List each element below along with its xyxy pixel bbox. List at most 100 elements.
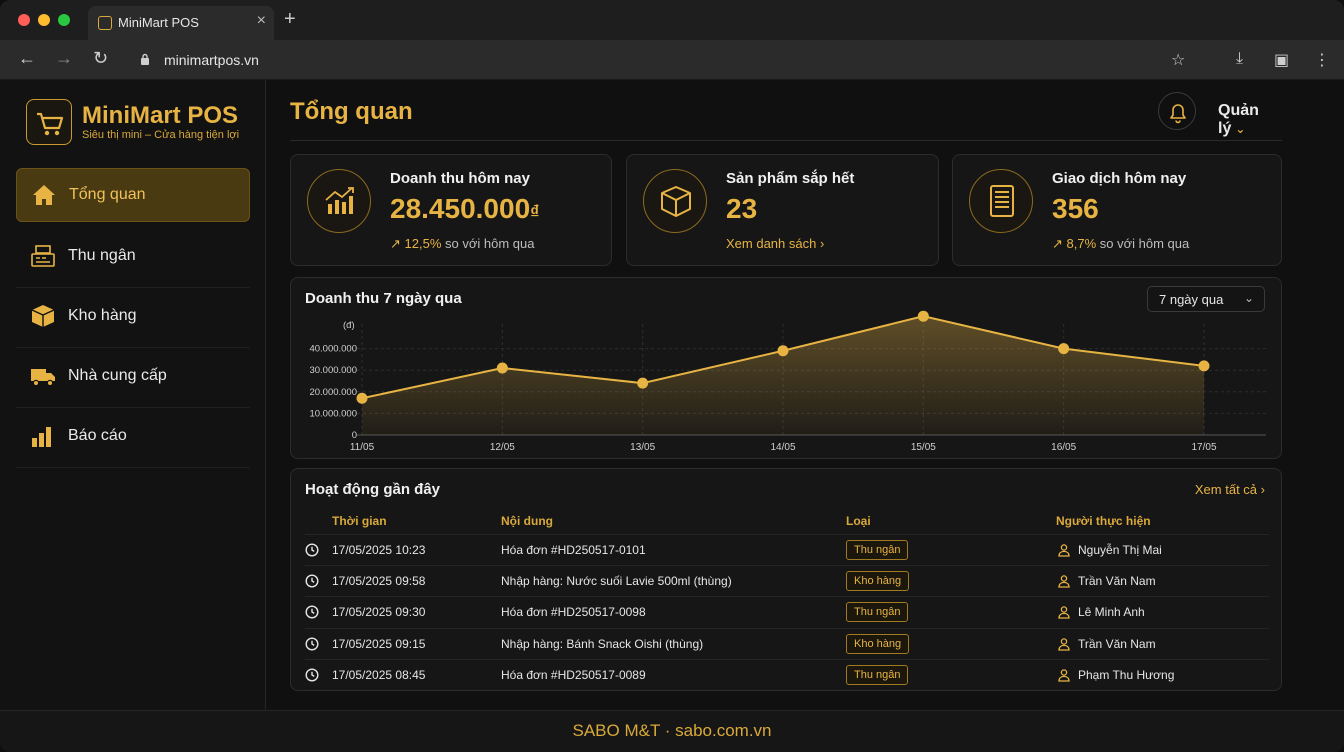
stat-value: 23 [726,193,758,224]
view-list-label: Xem danh sách [726,236,817,251]
row-content: Nhập hàng: Nước suối Lavie 500ml (thùng) [501,574,732,589]
favicon-icon [98,16,112,30]
brand-tagline: Siêu thị mini – Cửa hàng tiện lợi [82,129,240,141]
type-badge: Thu ngân [846,540,909,560]
chevron-down-icon: ⌄ [1235,122,1246,136]
row-content: Hóa đơn #HD250517-0098 [501,605,646,620]
footer: SABO M&T · sabo.com.vn [0,710,1344,752]
user-icon [1057,543,1071,557]
range-select[interactable]: 7 ngày qua ⌄ [1147,286,1265,312]
row-time: 17/05/2025 08:45 [332,667,426,682]
revenue-value: 28.450.000 [390,193,531,224]
close-tab-icon[interactable]: × [257,12,266,30]
trend-up-icon: ↗ [1052,236,1067,251]
y-tick-label: 20.000.000 [309,387,357,398]
activity-title: Hoạt động gần đây [305,481,440,498]
data-point [917,310,929,322]
reload-icon[interactable]: ↻ [93,48,108,69]
trend-up-icon: ↗ [390,236,405,251]
sidebar-item-thu-ngan[interactable]: Thu ngân [16,228,250,288]
row-user: Nguyễn Thị Mai [1078,543,1162,557]
table-row[interactable]: 17/05/2025 09:15 Nhập hàng: Bánh Snack Oi… [305,627,1269,659]
view-all-label: Xem tất cả [1194,482,1258,497]
table-row[interactable]: 17/05/2025 09:30 Hóa đơn #HD250517-0098 Th… [305,596,1269,627]
new-tab-icon[interactable]: + [284,8,296,31]
sidebar-item-tong-quan[interactable]: Tổng quan [16,168,250,222]
row-user: Lê Minh Anh [1078,605,1145,620]
x-tick-label: 12/05 [490,442,515,453]
notification-button[interactable] [1158,92,1196,130]
x-tick-label: 14/05 [770,442,795,453]
package-icon [643,169,707,233]
extensions-icon[interactable]: ▣ [1274,50,1289,70]
x-tick-label: 13/05 [630,442,655,453]
cash-register-icon [31,245,55,267]
user-menu[interactable]: Quản lý ⌄ [1218,102,1282,138]
sidebar-item-kho-hang[interactable]: Kho hàng [16,288,250,348]
stat-value: 28.450.000₫ [390,193,539,225]
home-icon [33,185,55,205]
user-icon [1057,574,1071,588]
sidebar-item-label: Nhà cung cấp [68,367,167,384]
sidebar: MiniMart POS Siêu thị mini – Cửa hàng ti… [0,80,266,710]
row-time: 17/05/2025 09:30 [332,605,426,620]
maximize-window-button[interactable] [58,14,70,26]
view-list-link[interactable]: Xem danh sách › [726,236,824,251]
row-user: Trần Văn Nam [1078,574,1156,589]
main-content: Tổng quan Quản lý ⌄ Doanh thu hôm nay 28.… [290,80,1282,710]
header-divider [290,140,1282,141]
close-window-button[interactable] [18,14,30,26]
data-point [777,345,789,357]
stat-card-revenue: Doanh thu hôm nay 28.450.000₫ ↗ 12,5% so… [290,154,612,266]
x-tick-label: 16/05 [1051,442,1076,453]
url-field[interactable]: minimartpos.vn [128,45,1208,75]
data-point [356,392,368,404]
row-content: Hóa đơn #HD250517-0089 [501,667,646,682]
type-badge: Kho hàng [846,633,910,654]
y-tick-label: 30.000.000 [309,365,357,376]
sidebar-item-label: Báo cáo [68,427,127,444]
y-tick-label: 0 [352,430,357,441]
brand-name: MiniMart POS [82,102,239,129]
row-user: Trần Văn Nam [1078,636,1156,651]
y-tick-label: 10.000.000 [309,408,357,419]
stat-change: ↗ 8,7% so với hôm qua [1052,236,1189,252]
download-icon[interactable]: ⤓ [1236,50,1243,68]
back-icon[interactable]: ← [18,48,36,69]
row-time: 17/05/2025 09:58 [332,574,426,589]
view-all-link[interactable]: Xem tất cả › [1195,482,1265,497]
data-point [1058,343,1070,355]
clock-icon [305,668,319,682]
clock-icon [305,637,319,651]
box-icon [31,305,55,327]
type-badge: Thu ngân [846,664,909,685]
sidebar-item-nha-cung-cap[interactable]: Nhà cung cấp [16,348,250,408]
url-text: minimartpos.vn [164,52,259,68]
sidebar-item-label: Tổng quan [69,186,146,203]
browser-tab[interactable]: MiniMart POS × [88,6,274,40]
table-row[interactable]: 17/05/2025 09:58 Nhập hàng: Nước suối Lav… [305,565,1269,596]
footer-text: SABO M&T · sabo.com.vn [572,721,772,740]
table-row[interactable]: 17/05/2025 10:23 Hóa đơn #HD250517-0101 Th… [305,534,1269,565]
cart-logo-icon [26,99,72,145]
stat-card-low-stock: Sản phẩm sắp hết 23 Xem danh sách › [626,154,939,266]
x-tick-label: 15/05 [911,442,936,453]
forward-icon[interactable]: → [55,48,73,69]
sidebar-item-label: Kho hàng [68,307,137,324]
app-root: MiniMart POS Siêu thị mini – Cửa hàng ti… [0,80,1344,710]
y-tick-label: 40.000.000 [309,344,357,355]
minimize-window-button[interactable] [38,14,50,26]
stat-change: ↗ 12,5% so với hôm qua [390,236,534,252]
sidebar-item-bao-cao[interactable]: Báo cáo [16,408,250,468]
sidebar-nav: Tổng quan Thu ngân Kho hàng Nhà cung cấp… [16,168,250,468]
activity-card: Hoạt động gần đây Xem tất cả › Thời gian… [290,468,1282,691]
more-menu-icon[interactable]: ⋮ [1314,50,1330,70]
clock-icon [305,574,319,588]
lock-icon [141,53,149,65]
clock-icon [305,543,319,557]
x-tick-label: 17/05 [1191,442,1216,453]
bookmark-star-icon[interactable]: ☆ [1171,50,1185,70]
table-row[interactable]: 17/05/2025 08:45 Hóa đơn #HD250517-0089 Th… [305,658,1269,690]
stat-card-transactions: Giao dịch hôm nay 356 ↗ 8,7% so với hôm … [952,154,1282,266]
trending-chart-icon [307,169,371,233]
